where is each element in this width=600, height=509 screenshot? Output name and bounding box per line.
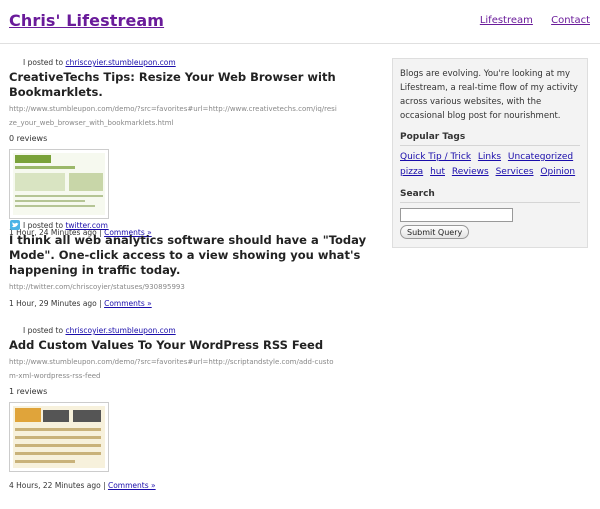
posted-prefix: I posted to <box>23 58 64 67</box>
entry-title: Add Custom Values To Your WordPress RSS … <box>9 338 324 352</box>
nav-lifestream-link[interactable]: Lifestream <box>480 15 533 26</box>
entry-meta: 1 Hour, 29 Minutes ago | Comments » <box>9 299 152 308</box>
entry-source-line: I posted to chriscoyier.stumbleupon.com <box>9 326 384 336</box>
posted-prefix: I posted to <box>23 326 64 335</box>
entry-url: http://www.stumbleupon.com/demo/?src=fav… <box>9 358 334 380</box>
source-link[interactable]: twitter.com <box>65 221 107 230</box>
entry-meta: 4 Hours, 22 Minutes ago | Comments » <box>9 481 156 490</box>
search-heading: Search <box>400 189 580 203</box>
top-nav: Lifestream Contact <box>465 15 590 26</box>
entry-timestamp: 4 Hours, 22 Minutes ago <box>9 481 101 490</box>
comments-link[interactable]: Comments » <box>108 481 156 490</box>
entry-title: I think all web analytics software shoul… <box>9 233 367 277</box>
entry-title: CreativeTechs Tips: Resize Your Web Brow… <box>9 70 336 99</box>
tag-link[interactable]: hut <box>430 167 445 177</box>
page-thumbnail[interactable] <box>9 149 109 219</box>
sidebar-intro: Blogs are evolving. You're looking at my… <box>400 69 578 121</box>
search-input[interactable] <box>400 208 513 222</box>
posted-prefix: I posted to <box>23 221 64 230</box>
tag-link[interactable]: Opinion <box>540 167 575 177</box>
tag-link[interactable]: Uncategorized <box>508 152 573 162</box>
submit-query-button[interactable]: Submit Query <box>400 225 470 239</box>
sidebar: Blogs are evolving. You're looking at my… <box>392 58 588 248</box>
site-title-link[interactable]: Chris' Lifestream <box>9 11 164 30</box>
feed-entry: I posted to twitter.com I think all web … <box>9 220 384 326</box>
thumbnail-image <box>13 153 105 215</box>
tag-link[interactable]: Quick Tip / Trick <box>400 152 471 162</box>
source-link[interactable]: chriscoyier.stumbleupon.com <box>65 58 175 67</box>
feed-entry: I posted to chriscoyier.stumbleupon.com … <box>9 326 384 492</box>
entry-source-line: I posted to chriscoyier.stumbleupon.com <box>9 58 384 68</box>
site-header: Chris' Lifestream Lifestream Contact <box>0 0 600 44</box>
feed-entry: I posted to chriscoyier.stumbleupon.com … <box>9 58 384 237</box>
tag-list: Quick Tip / Trick Links Uncategorized pi… <box>400 150 580 180</box>
thumbnail-image <box>13 406 105 468</box>
tag-link[interactable]: Links <box>478 152 501 162</box>
tag-link[interactable]: Services <box>496 167 534 177</box>
entry-source-line: I posted to twitter.com <box>9 220 384 231</box>
review-count: 0 reviews <box>9 134 48 143</box>
entry-url: http://twitter.com/chriscoyier/statuses/… <box>9 283 185 291</box>
tag-link[interactable]: pizza <box>400 167 423 177</box>
page-thumbnail[interactable] <box>9 402 109 472</box>
twitter-bird-icon <box>10 220 20 230</box>
source-link[interactable]: chriscoyier.stumbleupon.com <box>65 326 175 335</box>
entry-timestamp: 1 Hour, 29 Minutes ago <box>9 299 97 308</box>
popular-tags-heading: Popular Tags <box>400 132 580 146</box>
lifestream-feed: I posted to chriscoyier.stumbleupon.com … <box>9 58 384 492</box>
comments-link[interactable]: Comments » <box>104 299 152 308</box>
tag-link[interactable]: Reviews <box>452 167 489 177</box>
review-count: 1 reviews <box>9 387 48 396</box>
entry-url: http://www.stumbleupon.com/demo/?src=fav… <box>9 105 337 127</box>
nav-contact-link[interactable]: Contact <box>551 15 590 26</box>
